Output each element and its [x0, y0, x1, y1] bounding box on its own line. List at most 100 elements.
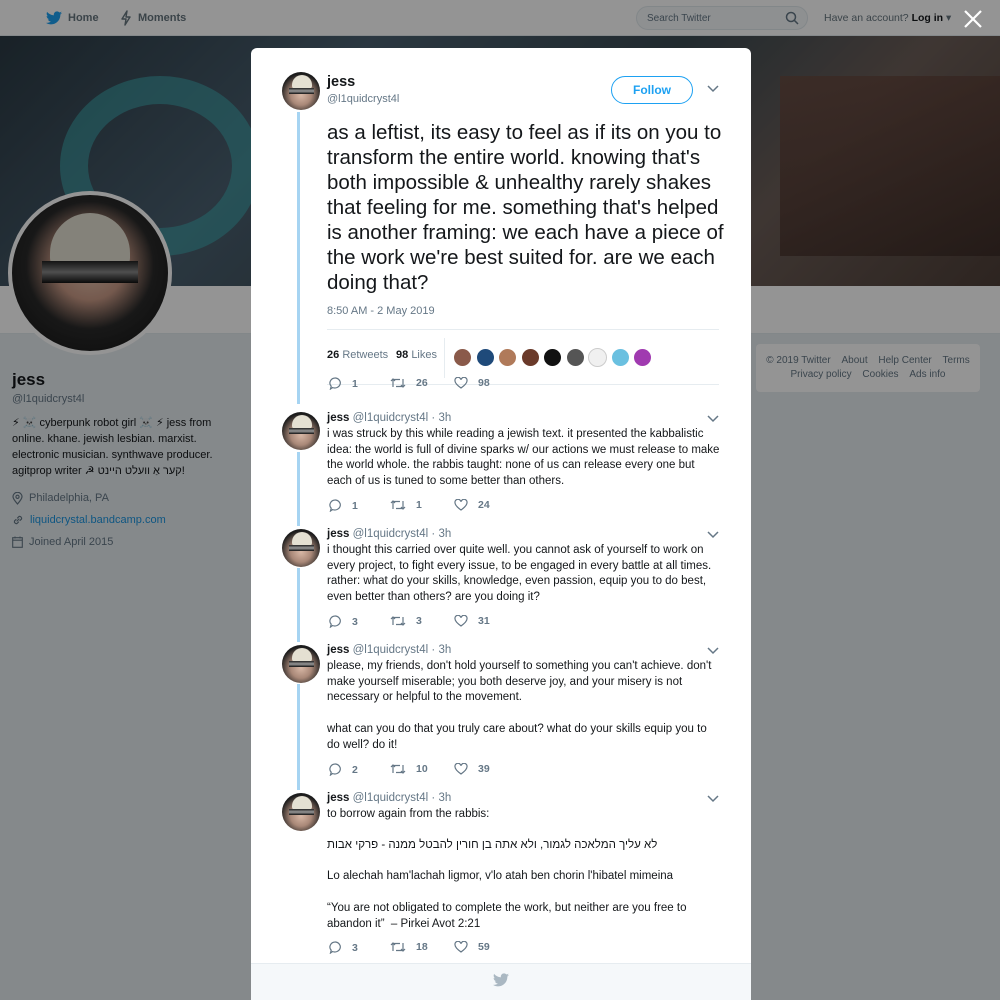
reply-count: 2: [352, 763, 358, 776]
reply-header: jess @l1quidcryst4l · 3h: [327, 528, 451, 540]
reply-text: i thought this carried over quite well. …: [327, 544, 715, 603]
like-count: 39: [478, 763, 490, 775]
reply-icon: [329, 941, 342, 954]
thread-line: [297, 112, 300, 404]
retweet-button[interactable]: 26: [390, 377, 428, 389]
reply-button[interactable]: 1: [329, 499, 358, 512]
reply-time[interactable]: 3h: [438, 792, 451, 804]
like-count: 59: [478, 941, 490, 953]
liker-avatar[interactable]: [610, 348, 630, 367]
reply-button[interactable]: 3: [329, 615, 358, 628]
reply-author-name[interactable]: jess: [327, 644, 349, 656]
heart-icon: [454, 499, 468, 511]
reply-time[interactable]: 3h: [438, 644, 451, 656]
like-button[interactable]: 39: [454, 763, 490, 775]
reply-icon: [329, 615, 342, 628]
twitter-bird-icon: [493, 972, 509, 992]
reply-author-handle[interactable]: @l1quidcryst4l: [353, 528, 429, 540]
avatar[interactable]: [282, 793, 320, 831]
reply-author-name[interactable]: jess: [327, 412, 349, 424]
reply-author-handle[interactable]: @l1quidcryst4l: [353, 792, 429, 804]
tweet-timestamp[interactable]: 8:50 AM - 2 May 2019: [327, 305, 435, 317]
liker-avatar[interactable]: [520, 348, 540, 367]
avatar-hair: [292, 796, 312, 810]
like-button[interactable]: 24: [454, 499, 490, 511]
follow-button[interactable]: Follow: [611, 76, 693, 104]
avatar-hair: [292, 415, 312, 429]
reply-button[interactable]: 3: [329, 941, 358, 954]
heart-icon: [454, 377, 468, 389]
liker-avatar[interactable]: [588, 348, 607, 367]
liker-avatar[interactable]: [633, 348, 652, 367]
tweet-author-name[interactable]: jess: [327, 74, 355, 90]
like-label: Likes: [411, 349, 437, 361]
retweet-count: 18: [416, 941, 428, 953]
reply-time-separator: ·: [431, 644, 436, 656]
avatar[interactable]: [282, 412, 320, 450]
reply-button[interactable]: 1: [329, 377, 358, 390]
retweet-button[interactable]: 10: [390, 763, 428, 775]
retweet-button[interactable]: 3: [390, 615, 422, 627]
retweet-label: Retweets: [342, 349, 389, 361]
avatar-visor: [289, 661, 314, 667]
reply-text-transliteration: Lo alechah ham'lachah ligmor, v'lo atah …: [327, 870, 674, 882]
tweet-modal: jess @l1quidcryst4l Follow as a leftist,…: [251, 48, 751, 1000]
liker-avatar[interactable]: [543, 348, 562, 367]
reply-author-name[interactable]: jess: [327, 528, 349, 540]
tweet-author-handle[interactable]: @l1quidcryst4l: [327, 93, 399, 105]
like-button[interactable]: 31: [454, 615, 490, 627]
close-icon[interactable]: [962, 8, 984, 30]
avatar-hair: [292, 648, 312, 662]
reply-time-separator: ·: [431, 412, 436, 424]
liker-avatar[interactable]: [565, 348, 585, 367]
reply-text: what can you do that you truly care abou…: [327, 723, 710, 751]
reply-button[interactable]: 2: [329, 763, 358, 776]
avatar-hair: [292, 532, 312, 546]
reply-author-handle[interactable]: @l1quidcryst4l: [353, 644, 429, 656]
tweet-stats: 26 Retweets 98 Likes: [327, 329, 719, 385]
reply-count: 1: [352, 377, 358, 390]
reply-author-name[interactable]: jess: [327, 792, 349, 804]
retweet-stat[interactable]: 26 Retweets: [327, 349, 388, 361]
reply-time-separator: ·: [431, 528, 436, 540]
chevron-down-icon[interactable]: [707, 415, 719, 423]
avatar-visor: [289, 88, 314, 94]
reply-time[interactable]: 3h: [438, 528, 451, 540]
reply-icon: [329, 377, 342, 390]
retweet-button[interactable]: 18: [390, 941, 428, 953]
reply-time[interactable]: 3h: [438, 412, 451, 424]
avatar[interactable]: [282, 645, 320, 683]
chevron-down-icon[interactable]: [707, 795, 719, 803]
retweet-count: 10: [416, 763, 428, 775]
avatar[interactable]: [282, 529, 320, 567]
retweet-count: 3: [416, 615, 422, 627]
heart-icon: [454, 941, 468, 953]
liker-avatar[interactable]: [498, 348, 517, 367]
like-button[interactable]: 98: [454, 377, 490, 389]
avatar[interactable]: [282, 72, 320, 110]
retweet-icon: [390, 499, 406, 511]
liker-avatar[interactable]: [453, 348, 472, 367]
retweet-icon: [390, 941, 406, 953]
retweet-count: 26: [416, 377, 428, 389]
like-button[interactable]: 59: [454, 941, 490, 953]
avatar-visor: [289, 809, 314, 815]
reply-author-handle[interactable]: @l1quidcryst4l: [353, 412, 429, 424]
avatar-hair: [292, 75, 312, 89]
like-stat[interactable]: 98 Likes: [396, 349, 437, 361]
reply-text: to borrow again from the rabbis:: [327, 808, 490, 820]
chevron-down-icon[interactable]: [707, 647, 719, 655]
reply-text: please, my friends, don't hold yourself …: [327, 660, 715, 703]
retweet-count: 1: [416, 499, 422, 511]
like-count: 31: [478, 615, 490, 627]
retweet-button[interactable]: 1: [390, 499, 422, 511]
reply-time-separator: ·: [431, 792, 436, 804]
reply-icon: [329, 763, 342, 776]
reply-count: 3: [352, 941, 358, 954]
chevron-down-icon[interactable]: [707, 85, 719, 93]
chevron-down-icon[interactable]: [707, 531, 719, 539]
retweet-count: 26: [327, 349, 340, 361]
liker-avatar[interactable]: [475, 348, 495, 367]
reply-count: 1: [352, 499, 358, 512]
reply-icon: [329, 499, 342, 512]
